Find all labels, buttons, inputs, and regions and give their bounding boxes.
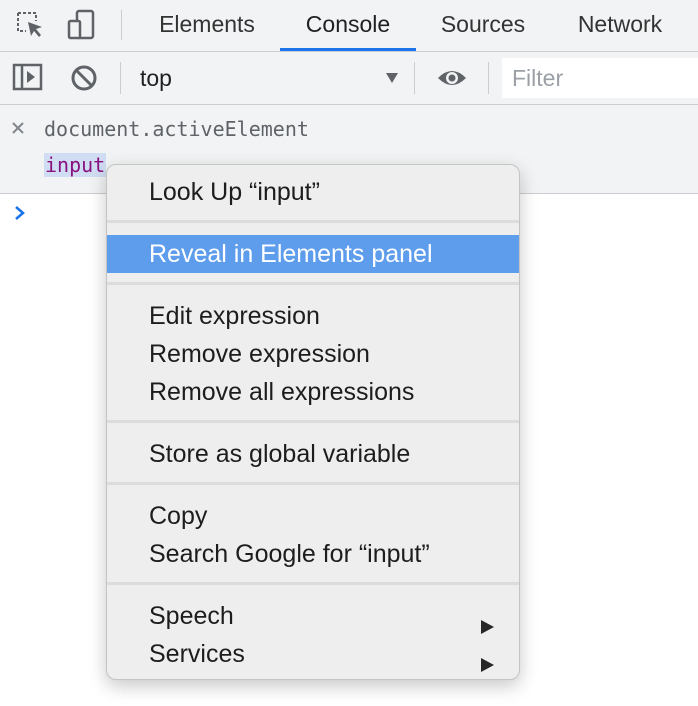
menu-item-edit-expression[interactable]: Edit expression [107,297,519,335]
tab-bar-divider [121,10,122,40]
tab-network[interactable]: Network [560,0,680,51]
inspect-element-icon[interactable] [14,9,46,41]
console-expression: document.activeElement [44,117,309,141]
tab-sources[interactable]: Sources [424,0,542,51]
menu-separator [107,582,519,585]
menu-item-look-up[interactable]: Look Up “input” [107,173,519,211]
menu-item-speech[interactable]: Speech [107,597,519,635]
prompt-chevron-icon [12,205,28,221]
tab-console[interactable]: Console [280,0,416,51]
console-result[interactable]: input [44,153,107,177]
dropdown-arrow-icon [384,70,400,86]
devtools-tab-bar: Elements Console Sources Network [0,0,698,52]
devtools-window: Elements Console Sources Network top Fil… [0,0,698,706]
menu-item-services[interactable]: Services [107,635,519,673]
toolbar-divider [414,62,415,94]
context-selector-label: top [140,65,172,91]
menu-separator [107,420,519,423]
menu-item-remove-all-expressions[interactable]: Remove all expressions [107,373,519,411]
menu-item-reveal-in-elements[interactable]: Reveal in Elements panel [107,235,519,273]
filter-input[interactable] [502,58,698,98]
console-toolbar: top [0,52,698,105]
sidebar-toggle-icon[interactable] [12,62,44,94]
menu-item-services-label: Services [149,640,245,668]
tab-elements[interactable]: Elements [142,0,272,51]
menu-separator [107,282,519,285]
submenu-arrow-icon [479,608,495,634]
clear-console-icon[interactable] [68,62,100,94]
menu-separator [107,482,519,485]
toolbar-divider [120,62,121,94]
menu-separator [107,220,519,223]
menu-item-remove-expression[interactable]: Remove expression [107,335,519,373]
active-tab-indicator [280,48,416,51]
submenu-arrow-icon [479,646,495,672]
close-icon[interactable] [10,120,26,136]
menu-item-store-global-variable[interactable]: Store as global variable [107,435,519,473]
live-expression-eye-icon[interactable] [436,62,468,94]
context-selector[interactable]: top [124,58,410,98]
toolbar-divider [488,62,489,94]
menu-item-copy[interactable]: Copy [107,497,519,535]
device-toolbar-icon[interactable] [66,9,98,41]
menu-item-search-google[interactable]: Search Google for “input” [107,535,519,573]
context-menu: Look Up “input” Reveal in Elements panel… [106,164,520,680]
menu-item-speech-label: Speech [149,602,234,630]
